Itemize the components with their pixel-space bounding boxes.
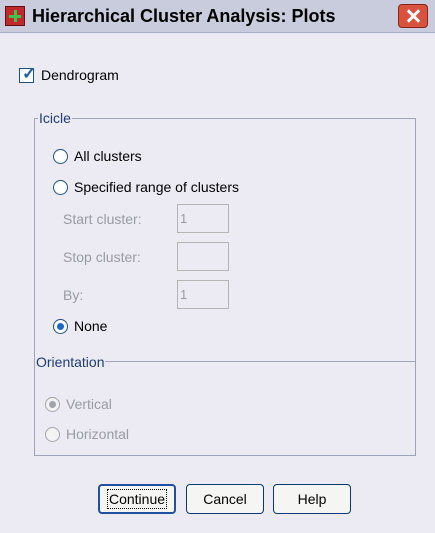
none-radio[interactable] [53,319,68,334]
horizontal-radio[interactable] [45,427,60,442]
start-cluster-field[interactable]: 1 [177,204,229,233]
all-clusters-radio[interactable] [53,149,68,164]
checkmark-icon: ✓ [22,64,37,83]
stop-cluster-field[interactable] [177,242,229,271]
help-button-label: Help [297,491,327,507]
cancel-button[interactable]: Cancel [186,484,264,514]
title-bar[interactable]: Hierarchical Cluster Analysis: Plots [0,0,435,33]
window-title: Hierarchical Cluster Analysis: Plots [32,6,336,26]
stop-cluster-label: Stop cluster: [63,249,141,265]
horizontal-label[interactable]: Horizontal [66,425,129,443]
spss-dialog-icon [5,6,25,26]
dialog-window: Hierarchical Cluster Analysis: Plots ✓ D… [0,0,435,533]
continue-button-label: Continue [106,489,168,509]
by-label: By: [63,287,84,303]
close-button[interactable] [398,4,428,28]
vertical-label[interactable]: Vertical [66,395,112,413]
start-cluster-label: Start cluster: [63,211,142,227]
dendrogram-label[interactable]: Dendrogram [41,66,119,84]
specified-range-label[interactable]: Specified range of clusters [74,178,239,196]
by-field[interactable]: 1 [177,280,229,309]
none-label[interactable]: None [74,317,107,335]
help-button[interactable]: Help [273,484,351,514]
continue-button[interactable]: Continue [98,484,176,514]
orientation-group-title: Orientation [35,354,106,370]
vertical-radio[interactable] [45,397,60,412]
cancel-button-label: Cancel [203,491,247,507]
icicle-group-title: Icicle [38,110,72,126]
dendrogram-checkbox[interactable]: ✓ [19,64,36,83]
specified-range-radio[interactable] [53,180,68,195]
all-clusters-label[interactable]: All clusters [74,147,142,165]
